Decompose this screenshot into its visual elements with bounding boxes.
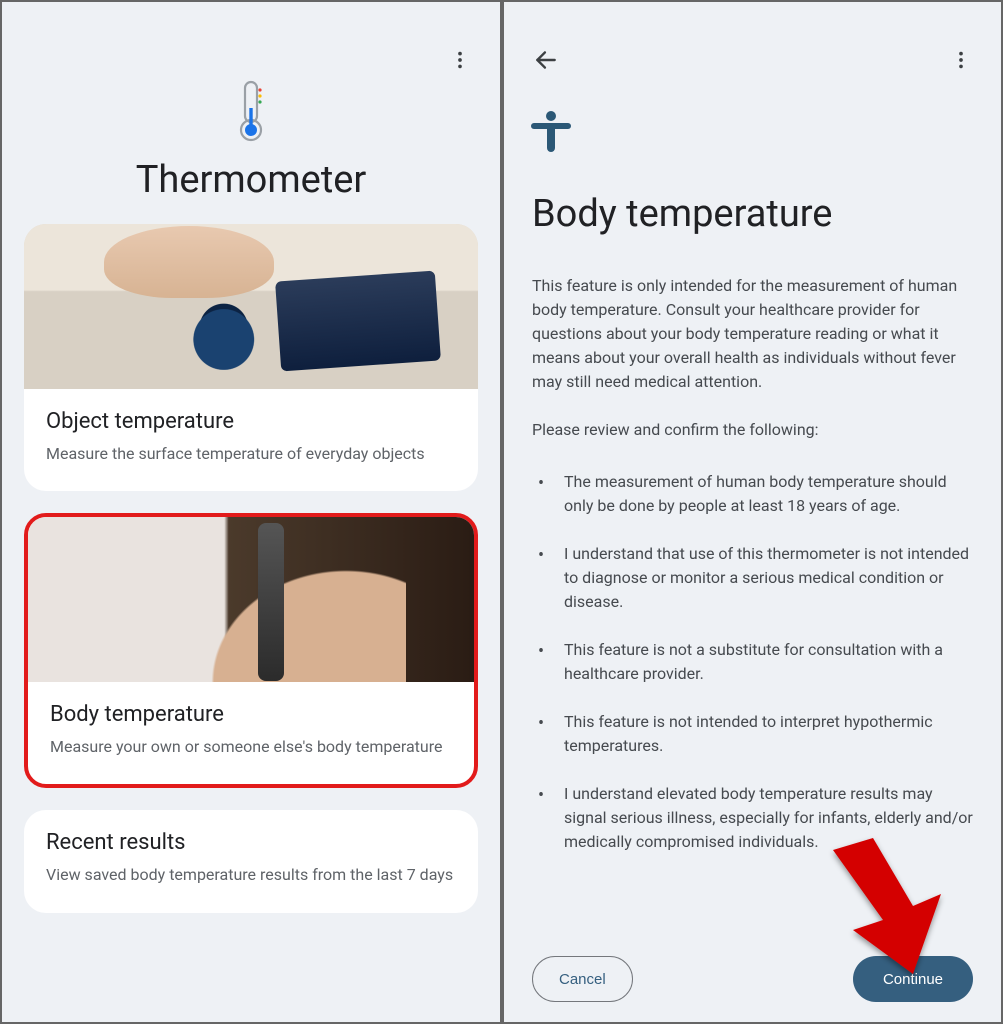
card-title: Object temperature xyxy=(46,409,456,434)
button-row: Cancel Continue xyxy=(504,956,1001,1002)
list-item: I understand that use of this thermomete… xyxy=(532,542,973,614)
consent-bullet-list: The measurement of human body temperatur… xyxy=(532,470,973,854)
card-title: Recent results xyxy=(46,830,456,855)
body-temperature-consent-screen: Body temperature This feature is only in… xyxy=(502,0,1003,1024)
cancel-button[interactable]: Cancel xyxy=(532,956,633,1002)
list-item: I understand elevated body temperature r… xyxy=(532,782,973,854)
page-title: Body temperature xyxy=(532,192,973,236)
recent-results-card[interactable]: Recent results View saved body temperatu… xyxy=(24,810,478,912)
accessibility-person-icon xyxy=(530,110,973,158)
intro-text: This feature is only intended for the me… xyxy=(532,274,973,394)
more-vert-icon xyxy=(950,49,972,71)
list-item: This feature is not intended to interpre… xyxy=(532,710,973,758)
list-item: This feature is not a substitute for con… xyxy=(532,638,973,686)
thermometer-screen: Thermometer Object temperature Measure t… xyxy=(0,0,502,1024)
more-options-button[interactable] xyxy=(440,40,480,80)
page-title: Thermometer xyxy=(2,158,500,202)
continue-button[interactable]: Continue xyxy=(853,956,973,1002)
more-options-button[interactable] xyxy=(941,40,981,80)
more-vert-icon xyxy=(449,49,471,71)
object-temperature-card[interactable]: Object temperature Measure the surface t… xyxy=(24,224,478,491)
body-temperature-card[interactable]: Body temperature Measure your own or som… xyxy=(24,513,478,788)
review-label: Please review and confirm the following: xyxy=(532,418,973,442)
card-list: Object temperature Measure the surface t… xyxy=(2,224,500,913)
card-desc: Measure your own or someone else's body … xyxy=(50,735,452,758)
body-temperature-image xyxy=(28,517,474,682)
list-item: The measurement of human body temperatur… xyxy=(532,470,973,518)
arrow-back-icon xyxy=(533,47,559,73)
card-desc: View saved body temperature results from… xyxy=(46,863,456,886)
thermometer-icon xyxy=(2,80,500,142)
card-desc: Measure the surface temperature of every… xyxy=(46,442,456,465)
back-button[interactable] xyxy=(526,40,566,80)
card-title: Body temperature xyxy=(50,702,452,727)
object-temperature-image xyxy=(24,224,478,389)
